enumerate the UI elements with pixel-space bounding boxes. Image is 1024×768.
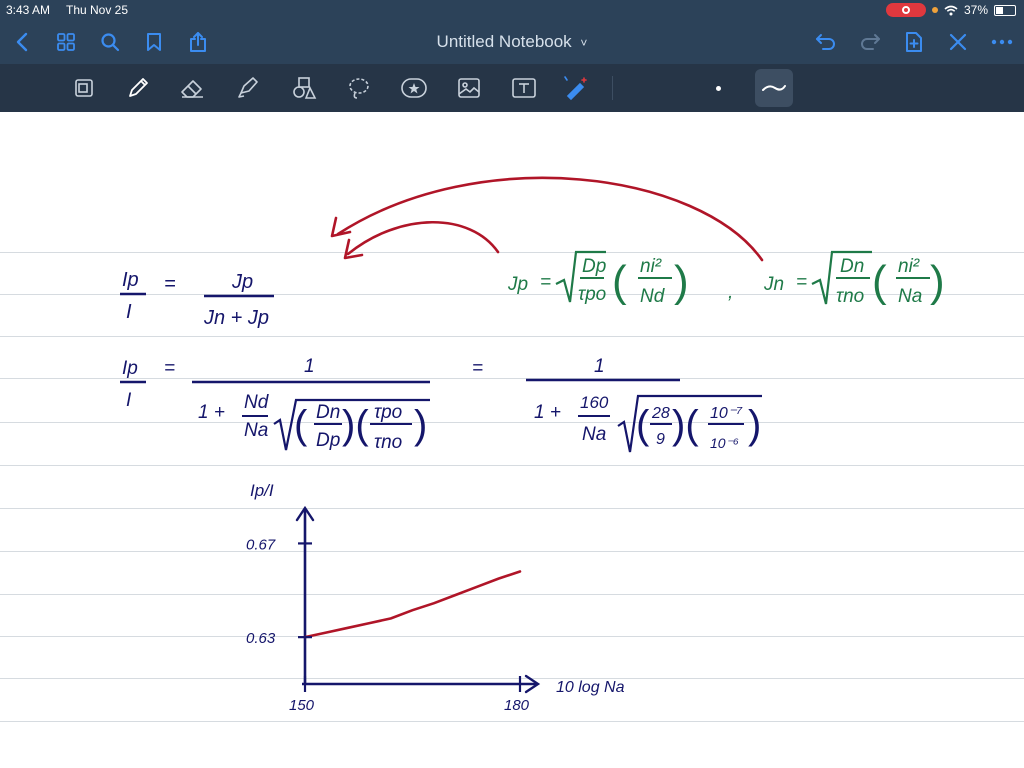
eq3-paren-mid: )( xyxy=(672,403,699,447)
eq3-ratio-den: Na xyxy=(582,424,606,445)
y-tick-label: 0.67 xyxy=(246,536,276,553)
arrow-curve-jn xyxy=(336,176,764,262)
back-icon[interactable] xyxy=(8,28,36,56)
text-icon[interactable] xyxy=(508,72,540,104)
drawing-toolbar xyxy=(0,64,1024,112)
y-tick-label: 0.63 xyxy=(246,630,276,647)
eq2-den-prefix: 1 + xyxy=(198,402,225,423)
jp-frac-den: τpo xyxy=(578,284,606,305)
eq1-equals: = xyxy=(164,273,176,295)
sticker-icon[interactable] xyxy=(398,72,430,104)
chevron-down-icon[interactable]: ˅ xyxy=(580,36,587,50)
status-time: 3:43 AM xyxy=(6,3,51,17)
eq2-lhs-num: Ip xyxy=(122,358,138,379)
eraser-icon[interactable] xyxy=(176,72,208,104)
redo-icon[interactable] xyxy=(856,28,884,56)
notebook-page[interactable]: Ip I = Jp Jn + Jp Jp = Dp τpo ( ni² Nd )… xyxy=(0,112,1024,768)
share-icon[interactable] xyxy=(184,28,212,56)
series-line xyxy=(303,570,522,639)
more-icon[interactable] xyxy=(988,28,1016,56)
eq2-num: 1 xyxy=(304,356,315,377)
eq2-paren-mid1: )( xyxy=(342,403,369,447)
y-axis-label: Ip/I xyxy=(250,481,274,500)
battery-percent: 37% xyxy=(963,3,988,17)
def-separator: , xyxy=(728,282,733,303)
eq3-paren-close: ) xyxy=(748,403,761,447)
status-bar: 3:43 AM Thu Nov 25 37% xyxy=(0,0,1024,20)
jp-label: Jp xyxy=(507,274,528,295)
handwritten-notes: Ip I = Jp Jn + Jp Jp = Dp τpo ( ni² Nd )… xyxy=(120,176,945,714)
status-indicators: 37% xyxy=(885,3,1016,17)
eq2-d-num: Dn xyxy=(316,402,340,423)
add-page-icon[interactable] xyxy=(900,28,928,56)
lasso-icon[interactable] xyxy=(343,72,375,104)
jn-paren-open: ( xyxy=(872,257,887,306)
line-chart: Ip/I 10 log Na 0.63 0.67 150 180 xyxy=(246,481,625,714)
jn-frac-num: Dn xyxy=(840,256,864,277)
x-axis-label: 10 log Na xyxy=(556,679,625,696)
jp-paren-open: ( xyxy=(612,257,627,306)
eq3-equals: = xyxy=(472,358,483,379)
mic-indicator-icon xyxy=(931,7,938,13)
eq3-t-den: 10⁻⁶ xyxy=(710,435,739,451)
jp-frac-num: Dp xyxy=(582,256,606,277)
x-tick-label: 180 xyxy=(504,697,530,714)
eq3-paren-open: ( xyxy=(636,403,650,447)
pen-icon[interactable] xyxy=(122,72,154,104)
eq1-rhs-num: Jp xyxy=(231,271,253,293)
eq3-num: 1 xyxy=(594,356,605,377)
undo-icon[interactable] xyxy=(812,28,840,56)
screen-recording-icon[interactable] xyxy=(885,3,926,17)
jn-label: Jn xyxy=(763,274,784,295)
eq2-lhs-den: I xyxy=(126,390,132,411)
eq3-d-den: 9 xyxy=(656,431,665,448)
eq3-d-num: 28 xyxy=(651,405,670,422)
shapes-icon[interactable] xyxy=(288,72,320,104)
zoom-window-icon[interactable] xyxy=(68,72,100,104)
notebook-title[interactable]: Untitled Notebook xyxy=(437,32,572,51)
eq3-ratio-num: 160 xyxy=(580,393,609,412)
thin-stroke-option[interactable] xyxy=(702,72,734,104)
jp-paren-den: Nd xyxy=(640,286,666,307)
eq2-t-num: τpo xyxy=(374,402,402,423)
battery-icon xyxy=(994,4,1016,16)
nav-bar: Untitled Notebook ˅ xyxy=(0,20,1024,64)
eq2-t-den: τno xyxy=(374,432,402,453)
jn-paren-num: ni² xyxy=(898,256,920,277)
eq2-paren-open: ( xyxy=(294,403,308,447)
grid-icon[interactable] xyxy=(52,28,80,56)
jn-equals: = xyxy=(796,272,807,293)
medium-stroke-option[interactable] xyxy=(755,69,793,107)
jn-paren-close: ) xyxy=(930,257,945,306)
jn-frac-den: τno xyxy=(836,286,864,307)
eq3-t-num: 10⁻⁷ xyxy=(710,405,743,422)
jn-paren-den: Na xyxy=(898,286,922,307)
eq2-d-den: Dp xyxy=(316,430,340,451)
wifi-icon xyxy=(944,5,958,15)
eq3-den-prefix: 1 + xyxy=(534,402,561,423)
highlighter-icon[interactable] xyxy=(232,72,264,104)
arrow-curve-jp xyxy=(346,220,500,256)
toolbar-divider xyxy=(612,76,613,100)
jp-paren-num: ni² xyxy=(640,256,662,277)
eq1-lhs-num: Ip xyxy=(122,269,139,291)
search-icon[interactable] xyxy=(96,28,124,56)
status-date: Thu Nov 25 xyxy=(66,3,129,17)
image-icon[interactable] xyxy=(453,72,485,104)
eq1-rhs-den: Jn + Jp xyxy=(203,307,269,329)
bookmark-icon[interactable] xyxy=(140,28,168,56)
eq2-ratio-num: Nd xyxy=(244,392,270,413)
eq2-equals: = xyxy=(164,358,175,379)
eq2-paren-close: ) xyxy=(414,403,427,447)
jp-equals: = xyxy=(540,272,551,293)
eq1-lhs-den: I xyxy=(126,301,132,323)
x-tick-label: 150 xyxy=(289,697,315,714)
jp-paren-close: ) xyxy=(674,257,689,306)
eq2-ratio-den: Na xyxy=(244,420,268,441)
laser-pointer-icon[interactable] xyxy=(560,72,592,104)
close-icon[interactable] xyxy=(944,28,972,56)
